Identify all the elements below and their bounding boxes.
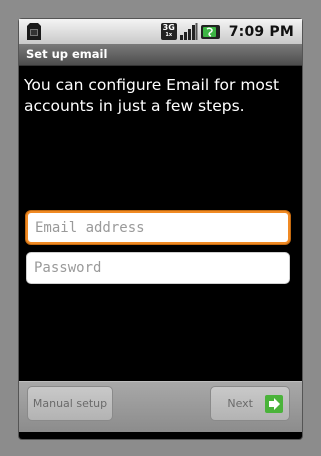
next-button[interactable]: Next bbox=[210, 386, 290, 421]
signal-strength-icon bbox=[179, 23, 198, 40]
next-label: Next bbox=[227, 397, 253, 410]
status-clock: 7:09 PM bbox=[228, 23, 294, 40]
status-icons: 3G 1x 7:09 PM bbox=[160, 21, 294, 42]
network-3g-icon: 3G 1x bbox=[160, 23, 177, 40]
sim-card-icon bbox=[27, 23, 41, 40]
status-bar: 3G 1x 7:09 PM bbox=[19, 19, 302, 44]
next-arrow-icon bbox=[265, 394, 283, 413]
title-bar: Set up email bbox=[19, 44, 302, 66]
page-title: Set up email bbox=[26, 47, 108, 61]
email-field[interactable] bbox=[26, 211, 290, 244]
password-field[interactable] bbox=[26, 252, 290, 284]
manual-setup-label: Manual setup bbox=[32, 397, 108, 410]
button-bar: Manual setup Next bbox=[19, 381, 302, 432]
intro-text: You can configure Email for most account… bbox=[24, 76, 280, 115]
device-screen: 3G 1x 7:09 PM Set up email You can confi… bbox=[19, 19, 302, 439]
manual-setup-button[interactable]: Manual setup bbox=[27, 386, 113, 421]
battery-charging-icon bbox=[200, 24, 220, 39]
